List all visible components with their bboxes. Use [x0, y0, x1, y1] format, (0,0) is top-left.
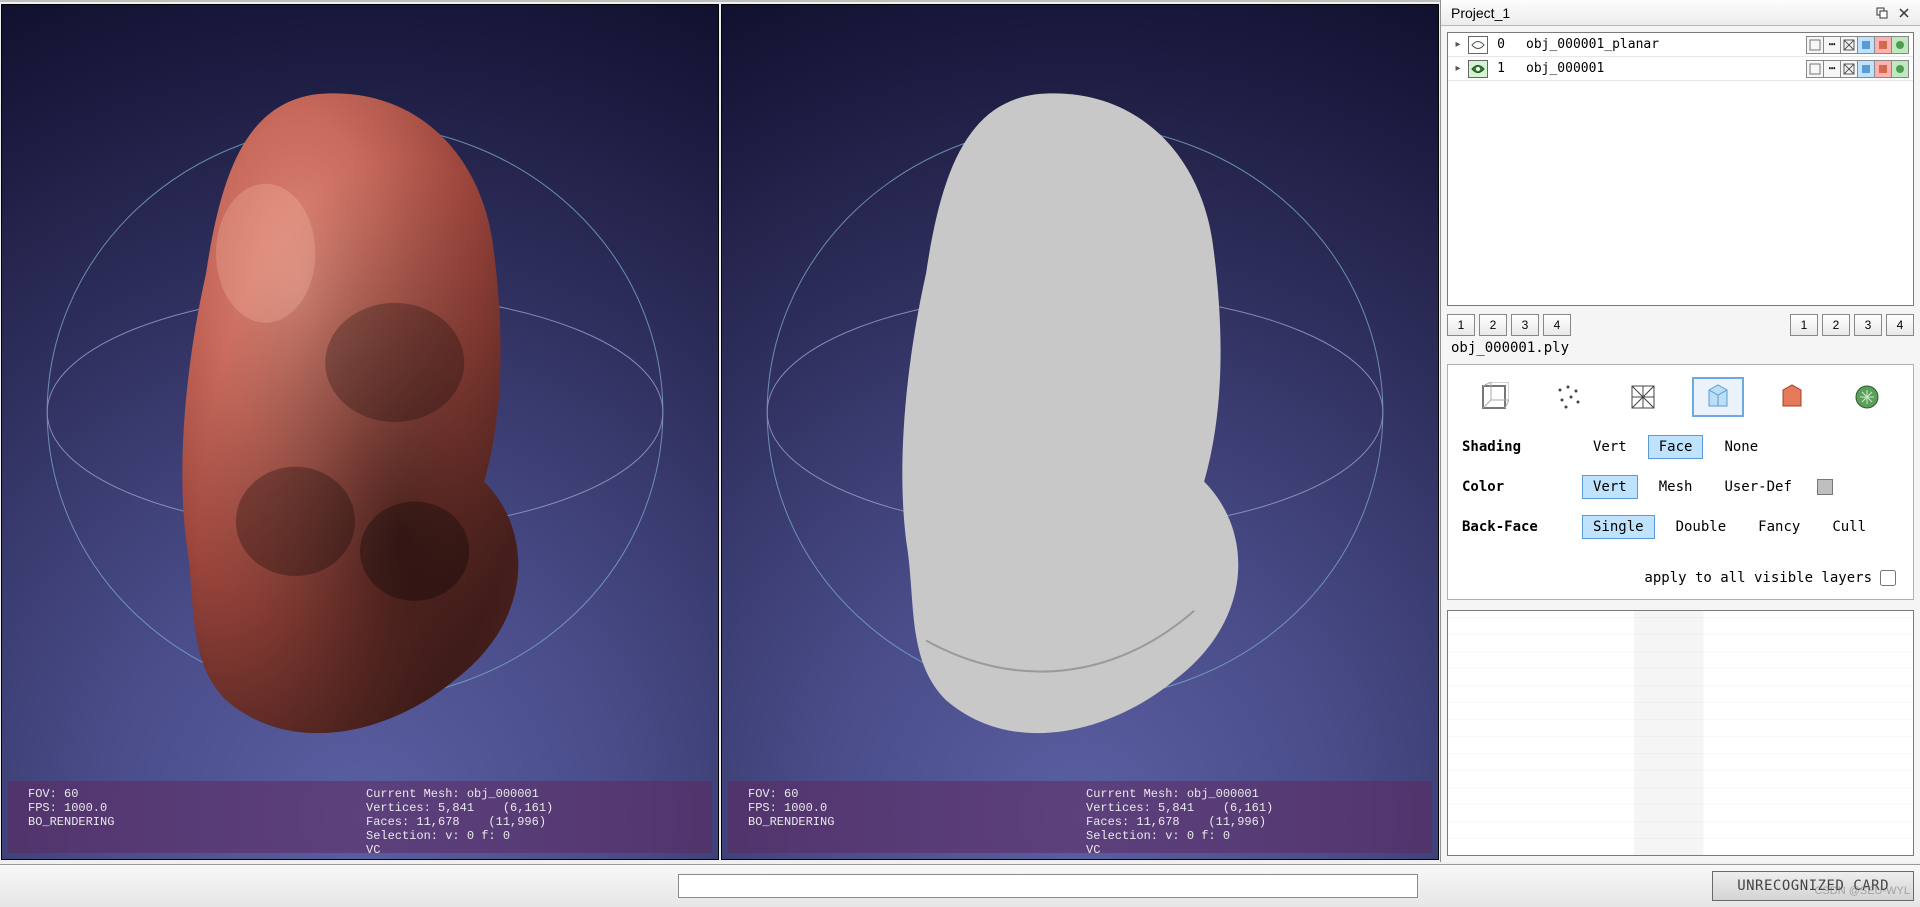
split-btn-l1[interactable]: 1: [1447, 314, 1475, 336]
split-btn-l3[interactable]: 3: [1511, 314, 1539, 336]
fill-toggle-icon[interactable]: [1857, 60, 1875, 78]
shading-none[interactable]: None: [1713, 435, 1769, 459]
bottom-bar: UNRECOGNIZED CARD CSDN @SEU-WYL: [0, 864, 1920, 907]
split-btn-r2[interactable]: 2: [1822, 314, 1850, 336]
split-btn-r1[interactable]: 1: [1790, 314, 1818, 336]
mode-points-icon[interactable]: [1543, 377, 1595, 417]
bottom-input[interactable]: [678, 874, 1418, 898]
backface-double[interactable]: Double: [1665, 515, 1738, 539]
backface-label: Back-Face: [1462, 519, 1582, 535]
info-right-col1: FOV: 60 FPS: 1000.0 BO_RENDERING: [748, 787, 1086, 849]
backface-fancy[interactable]: Fancy: [1747, 515, 1811, 539]
viewport-right-infobar: FOV: 60 FPS: 1000.0 BO_RENDERING Current…: [728, 781, 1432, 853]
shading-face[interactable]: Face: [1648, 435, 1704, 459]
layer-name: obj_000001_planar: [1514, 37, 1803, 52]
bbox-toggle-icon[interactable]: [1806, 36, 1824, 54]
layer-index: 1: [1492, 61, 1510, 76]
visibility-toggle[interactable]: [1468, 60, 1488, 78]
visibility-toggle[interactable]: [1468, 36, 1488, 54]
shading-vert[interactable]: Vert: [1582, 435, 1638, 459]
tex-toggle-icon[interactable]: [1874, 60, 1892, 78]
bbox-toggle-icon[interactable]: [1806, 60, 1824, 78]
app-root: FOV: 60 FPS: 1000.0 BO_RENDERING Current…: [0, 0, 1920, 907]
viewport-right-scene: [722, 5, 1438, 859]
layer-index: 0: [1492, 37, 1510, 52]
info-right-col2: Current Mesh: obj_000001 Vertices: 5,841…: [1086, 787, 1424, 849]
layer-list[interactable]: ▸ 0 obj_000001_planar ┅ ▸: [1447, 32, 1914, 306]
mode-sel-icon[interactable]: [1841, 377, 1893, 417]
mode-tex-icon[interactable]: [1766, 377, 1818, 417]
info-left-col1: FOV: 60 FPS: 1000.0 BO_RENDERING: [28, 787, 366, 849]
mode-bbox-icon[interactable]: [1468, 377, 1520, 417]
split-btn-r3[interactable]: 3: [1854, 314, 1882, 336]
render-options-card: Shading Vert Face None Color Vert Mesh U…: [1447, 364, 1914, 600]
layer-row[interactable]: ▸ 1 obj_000001 ┅: [1448, 57, 1913, 81]
backface-row: Back-Face Single Double Fancy Cull: [1458, 507, 1903, 547]
tex-toggle-icon[interactable]: [1874, 36, 1892, 54]
panel-float-icon[interactable]: [1872, 4, 1892, 22]
expand-icon[interactable]: ▸: [1452, 39, 1464, 51]
color-label: Color: [1462, 479, 1582, 495]
apply-row: apply to all visible layers: [1458, 547, 1903, 593]
panel-title: Project_1: [1451, 5, 1510, 21]
backface-cull[interactable]: Cull: [1821, 515, 1877, 539]
points-toggle-icon[interactable]: ┅: [1823, 60, 1841, 78]
viewport-left[interactable]: FOV: 60 FPS: 1000.0 BO_RENDERING Current…: [1, 4, 719, 860]
wire-toggle-icon[interactable]: [1840, 60, 1858, 78]
viewport-left-scene: [2, 5, 718, 859]
color-mesh[interactable]: Mesh: [1648, 475, 1704, 499]
layer-toggle-group: ┅: [1807, 36, 1909, 54]
backface-single[interactable]: Single: [1582, 515, 1655, 539]
wire-toggle-icon[interactable]: [1840, 36, 1858, 54]
viewport-container: FOV: 60 FPS: 1000.0 BO_RENDERING Current…: [0, 0, 1440, 862]
mode-wire-icon[interactable]: [1617, 377, 1669, 417]
shading-label: Shading: [1462, 439, 1582, 455]
current-mesh-label: obj_000001.ply: [1441, 338, 1920, 364]
info-left-col2: Current Mesh: obj_000001 Vertices: 5,841…: [366, 787, 704, 849]
layer-row[interactable]: ▸ 0 obj_000001_planar ┅: [1448, 33, 1913, 57]
color-row: Color Vert Mesh User-Def: [1458, 467, 1903, 507]
color-vert[interactable]: Vert: [1582, 475, 1638, 499]
status-text: UNRECOGNIZED CARD: [1737, 878, 1889, 894]
user-color-swatch[interactable]: [1817, 479, 1833, 495]
project-panel: Project_1 ▸ 0 obj_000001_planar ┅: [1440, 0, 1920, 862]
render-mode-tabs: [1458, 371, 1903, 427]
apply-checkbox[interactable]: [1880, 570, 1896, 586]
expand-icon[interactable]: ▸: [1452, 63, 1464, 75]
split-btn-r4[interactable]: 4: [1886, 314, 1914, 336]
viewport-right[interactable]: FOV: 60 FPS: 1000.0 BO_RENDERING Current…: [721, 4, 1439, 860]
viewport-left-infobar: FOV: 60 FPS: 1000.0 BO_RENDERING Current…: [8, 781, 712, 853]
apply-label: apply to all visible layers: [1644, 570, 1872, 586]
color-userdef[interactable]: User-Def: [1713, 475, 1802, 499]
layer-name: obj_000001: [1514, 61, 1803, 76]
shading-row: Shading Vert Face None: [1458, 427, 1903, 467]
panel-close-icon[interactable]: [1894, 4, 1914, 22]
texture-log-area[interactable]: [1447, 610, 1914, 856]
points-toggle-icon[interactable]: ┅: [1823, 36, 1841, 54]
sel-toggle-icon[interactable]: [1891, 36, 1909, 54]
layer-toggle-group: ┅: [1807, 60, 1909, 78]
fill-toggle-icon[interactable]: [1857, 36, 1875, 54]
split-btn-l4[interactable]: 4: [1543, 314, 1571, 336]
split-buttons-row: 1 2 3 4 1 2 3 4: [1441, 310, 1920, 338]
sel-toggle-icon[interactable]: [1891, 60, 1909, 78]
split-btn-l2[interactable]: 2: [1479, 314, 1507, 336]
status-button[interactable]: UNRECOGNIZED CARD: [1712, 871, 1914, 901]
mode-flat-icon[interactable]: [1692, 377, 1744, 417]
panel-titlebar[interactable]: Project_1: [1441, 0, 1920, 26]
